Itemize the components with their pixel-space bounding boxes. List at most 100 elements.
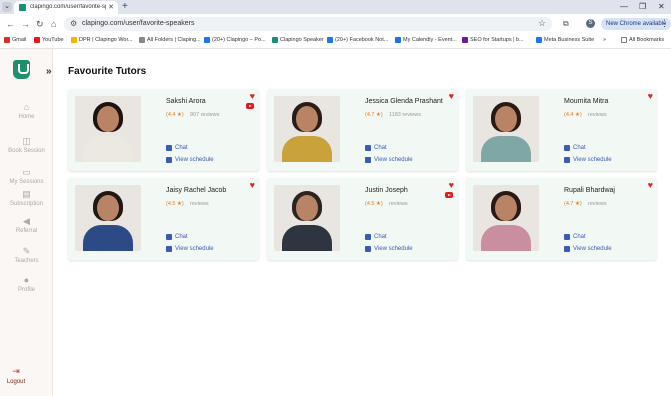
view-schedule-label: View schedule	[175, 246, 214, 252]
chat-button[interactable]: Chat	[166, 234, 188, 240]
youtube-icon[interactable]	[246, 103, 254, 109]
bookmark-item[interactable]: YouTube	[34, 37, 64, 43]
new-tab-button[interactable]: +	[122, 1, 128, 12]
tab-search-button[interactable]: ⌄	[2, 2, 12, 12]
expand-sidebar-icon[interactable]: »	[46, 66, 52, 77]
folder-icon	[621, 37, 627, 43]
extensions-icon[interactable]: ⧉	[563, 19, 569, 29]
sidebar-item-my-sessions[interactable]: ▭ My Sessions	[0, 167, 53, 185]
favorite-heart-icon[interactable]: ♥	[250, 92, 255, 101]
reload-icon[interactable]: ↻	[36, 19, 44, 30]
bookmark-label: My Calendly - Event...	[403, 37, 457, 43]
url-input[interactable]: ⚙ clapingo.com/user/favorite-speakers ☆	[64, 17, 552, 31]
all-bookmarks[interactable]: All Bookmarks	[621, 37, 664, 43]
sidebar-item-label: Teachers	[14, 258, 39, 264]
calendar-icon	[564, 157, 570, 163]
sidebar-item-profile[interactable]: ● Profile	[0, 275, 53, 293]
tutor-name[interactable]: Justin Joseph	[365, 187, 408, 194]
view-schedule-button[interactable]: View schedule	[166, 157, 214, 163]
chat-button[interactable]: Chat	[166, 145, 188, 151]
chat-button[interactable]: Chat	[564, 145, 586, 151]
bookmark-item[interactable]: All Folders | Claping...	[139, 37, 201, 43]
tutor-rating: (4.7 ★)	[564, 201, 582, 207]
favorite-heart-icon[interactable]: ♥	[648, 92, 653, 101]
chrome-menu-icon[interactable]: ⋮	[660, 18, 669, 29]
bookmark-favicon-icon	[395, 37, 401, 43]
favorite-heart-icon[interactable]: ♥	[449, 92, 454, 101]
calendar-icon	[365, 157, 371, 163]
chat-label: Chat	[175, 145, 188, 151]
bookmark-label: Clapingo Speaker	[280, 37, 324, 43]
tutor-card: Jessica Glenda Prashant (4.7 ★) 1183 revie…	[267, 89, 458, 171]
megaphone-icon: ◀	[23, 216, 30, 226]
sidebar-item-book-session[interactable]: ◫ Book Session	[0, 136, 53, 154]
bookmark-label: Gmail	[12, 37, 27, 43]
bookmark-item[interactable]: Gmail	[4, 37, 26, 43]
tutor-photo	[473, 185, 539, 251]
sidebar-item-referral[interactable]: ◀ Referral	[0, 216, 53, 234]
profile-avatar[interactable]: S	[586, 19, 595, 28]
sidebar-item-label: Profile	[17, 287, 35, 293]
close-window-icon[interactable]: ✕	[658, 2, 665, 11]
chat-icon	[564, 234, 570, 240]
sidebar-item-label: Book Session	[8, 148, 45, 154]
bookmarks-bar: Gmail YouTube DPR | Clapingo Wor... All Fol…	[0, 34, 671, 49]
sidebar-item-subscription[interactable]: ▤ Subscription	[0, 189, 53, 207]
favorite-heart-icon[interactable]: ♥	[250, 181, 255, 190]
home-browser-icon[interactable]: ⌂	[51, 19, 56, 29]
chat-icon	[365, 234, 371, 240]
chat-button[interactable]: Chat	[564, 234, 586, 240]
bookmark-item[interactable]: DPR | Clapingo Wor...	[71, 37, 133, 43]
view-schedule-button[interactable]: View schedule	[365, 246, 413, 252]
bookmark-item[interactable]: SEO for Startups | b...	[462, 37, 524, 43]
browser-tab[interactable]: clapingo.com/user/favorite-sp ✕	[14, 1, 118, 14]
youtube-icon[interactable]	[445, 192, 453, 198]
bookmark-item[interactable]: My Calendly - Event...	[395, 37, 457, 43]
sidebar-item-label: Subscription	[9, 201, 44, 207]
url-text: clapingo.com/user/favorite-speakers	[82, 20, 195, 27]
tutor-name[interactable]: Jaisy Rachel Jacob	[166, 187, 226, 194]
minimize-icon[interactable]: —	[620, 2, 628, 11]
close-tab-icon[interactable]: ✕	[108, 3, 114, 11]
view-schedule-button[interactable]: View schedule	[564, 246, 612, 252]
bookmark-item[interactable]: Clapingo Speaker	[272, 37, 324, 43]
book-icon: ◫	[22, 136, 31, 146]
site-settings-icon[interactable]: ⚙	[70, 19, 77, 28]
bookmark-item[interactable]: Meta Business Suite	[536, 37, 594, 43]
tutor-name[interactable]: Rupali Bhardwaj	[564, 187, 615, 194]
bookmark-item[interactable]: (20+) Facebook Not...	[327, 37, 388, 43]
back-icon[interactable]: ←	[6, 19, 15, 29]
sidebar-item-label: My Sessions	[9, 179, 44, 185]
logout-button[interactable]: ⇥ Logout	[0, 366, 32, 385]
view-schedule-button[interactable]: View schedule	[564, 157, 612, 163]
chat-button[interactable]: Chat	[365, 234, 387, 240]
app-root: » ⌂ Home ◫ Book Session ▭ My Sessions ▤ Subscri…	[0, 49, 671, 396]
bookmark-star-icon[interactable]: ☆	[538, 18, 546, 29]
logout-icon: ⇥	[12, 366, 20, 376]
bookmark-label: Meta Business Suite	[544, 37, 595, 43]
view-schedule-button[interactable]: View schedule	[365, 157, 413, 163]
maximize-icon[interactable]: ❐	[639, 2, 646, 11]
sidebar-item-home[interactable]: ⌂ Home	[0, 102, 53, 120]
profile-icon: ●	[23, 275, 30, 285]
bookmark-item[interactable]: (20+) Clapingo – Po...	[204, 37, 266, 43]
forward-icon[interactable]: →	[21, 19, 30, 29]
bookmark-favicon-icon	[462, 37, 468, 43]
tutor-name[interactable]: Sakshi Arora	[166, 98, 206, 105]
chat-button[interactable]: Chat	[365, 145, 387, 151]
tutor-rating: (4.4 ★)	[564, 112, 582, 118]
sidebar-item-teachers[interactable]: ✎ Teachers	[0, 246, 53, 264]
tutor-name[interactable]: Moumita Mitra	[564, 98, 608, 105]
bookmark-favicon-icon	[536, 37, 542, 43]
favorite-heart-icon[interactable]: ♥	[449, 181, 454, 190]
view-schedule-button[interactable]: View schedule	[166, 246, 214, 252]
clapingo-logo[interactable]	[13, 60, 30, 79]
page-title: Favourite Tutors	[68, 66, 147, 77]
address-bar-row: ← → ↻ ⌂ ⚙ clapingo.com/user/favorite-spe…	[0, 14, 671, 34]
tutor-name[interactable]: Jessica Glenda Prashant	[365, 98, 443, 105]
bookmark-label: DPR | Clapingo Wor...	[79, 37, 133, 43]
chat-icon	[564, 145, 570, 151]
favorite-heart-icon[interactable]: ♥	[648, 181, 653, 190]
view-schedule-label: View schedule	[175, 157, 214, 163]
bookmarks-overflow-icon[interactable]: »	[603, 37, 606, 43]
